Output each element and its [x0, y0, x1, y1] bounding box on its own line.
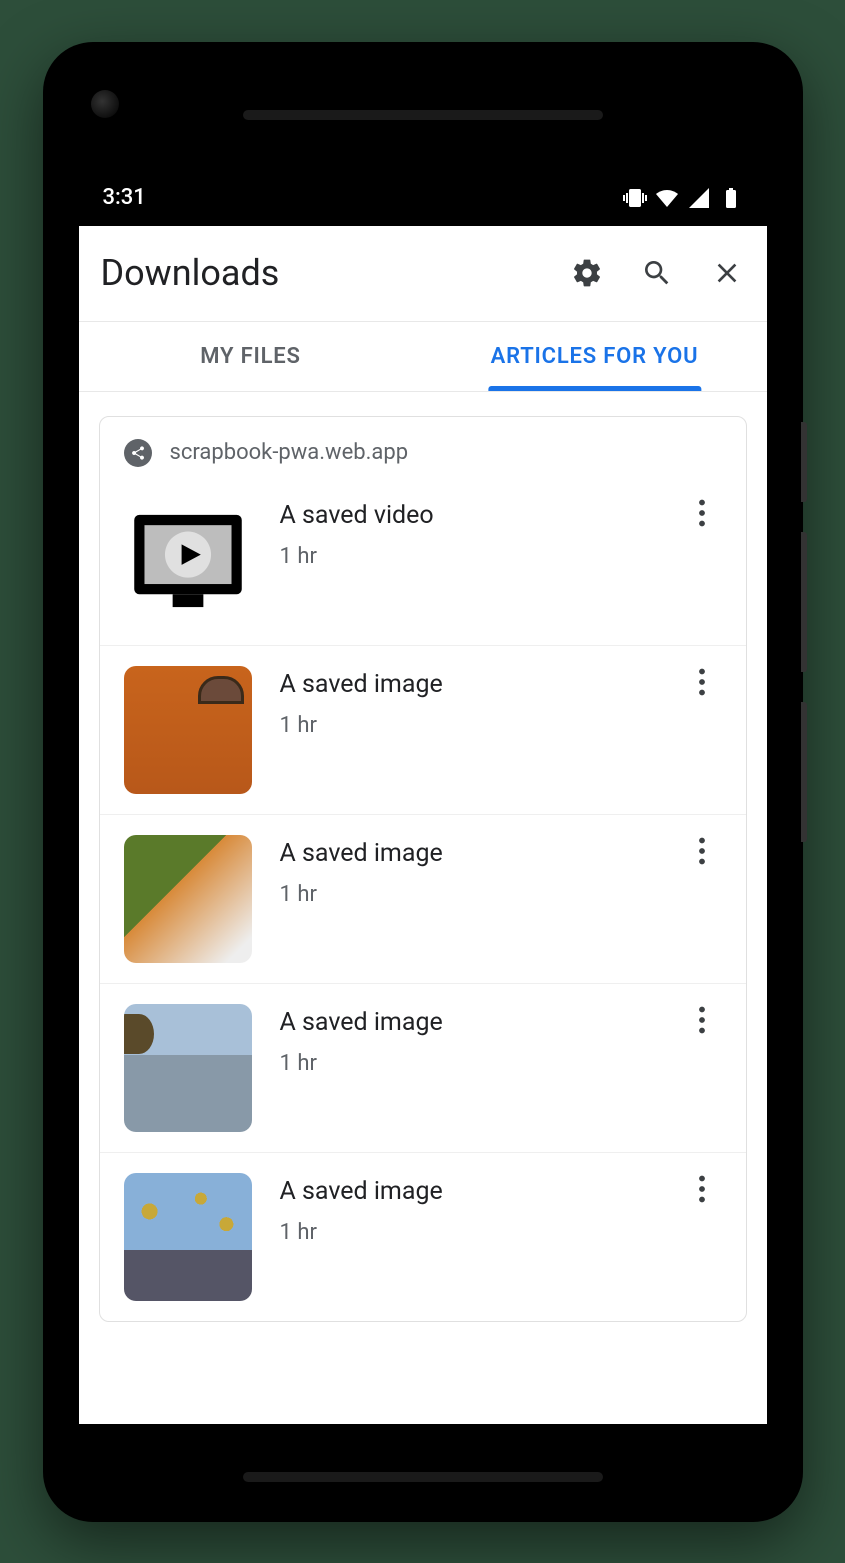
phone-frame: 3:31 Downloads	[43, 42, 803, 1522]
tab-my-files[interactable]: MY FILES	[79, 322, 423, 391]
more-vert-icon	[698, 1006, 706, 1034]
share-icon	[130, 445, 146, 461]
item-menu-button[interactable]	[698, 497, 722, 531]
status-bar: 3:31	[79, 170, 767, 226]
search-button[interactable]	[639, 255, 675, 291]
close-icon	[711, 257, 743, 289]
thumbnail-image	[124, 1173, 252, 1301]
settings-button[interactable]	[569, 255, 605, 291]
item-time: 1 hr	[280, 1051, 670, 1076]
vibrate-icon	[623, 186, 647, 210]
share-chip	[124, 439, 152, 467]
status-time: 3:31	[103, 185, 146, 210]
list-item[interactable]: A saved image 1 hr	[100, 983, 746, 1152]
close-button[interactable]	[709, 255, 745, 291]
item-time: 1 hr	[280, 882, 670, 907]
phone-speaker-bottom	[243, 1472, 603, 1482]
phone-speaker-top	[243, 110, 603, 120]
item-title: A saved image	[280, 1008, 670, 1037]
phone-power-button	[801, 422, 807, 502]
domain-label: scrapbook-pwa.web.app	[170, 440, 409, 465]
search-icon	[641, 257, 673, 289]
item-menu-button[interactable]	[698, 1004, 722, 1038]
signal-icon	[687, 186, 711, 210]
item-menu-button[interactable]	[698, 666, 722, 700]
item-title: A saved image	[280, 1177, 670, 1206]
more-vert-icon	[698, 1175, 706, 1203]
page-title: Downloads	[101, 252, 569, 294]
list-item[interactable]: A saved video 1 hr	[100, 477, 746, 645]
tabs: MY FILES ARTICLES FOR YOU	[79, 322, 767, 392]
item-menu-button[interactable]	[698, 1173, 722, 1207]
battery-icon	[719, 186, 743, 210]
thumbnail-video	[124, 497, 252, 625]
wifi-icon	[655, 186, 679, 210]
item-time: 1 hr	[280, 1220, 670, 1245]
gear-icon	[571, 257, 603, 289]
content-area[interactable]: scrapbook-pwa.web.app	[79, 392, 767, 1424]
tab-articles-for-you[interactable]: ARTICLES FOR YOU	[423, 322, 767, 391]
thumbnail-image	[124, 666, 252, 794]
card-header: scrapbook-pwa.web.app	[100, 417, 746, 477]
thumbnail-image	[124, 1004, 252, 1132]
list-item[interactable]: A saved image 1 hr	[100, 814, 746, 983]
more-vert-icon	[698, 668, 706, 696]
phone-volume-up	[801, 532, 807, 672]
list-item[interactable]: A saved image 1 hr	[100, 1152, 746, 1321]
item-title: A saved image	[280, 670, 670, 699]
screen: 3:31 Downloads	[79, 170, 767, 1424]
thumbnail-image	[124, 835, 252, 963]
phone-volume-down	[801, 702, 807, 842]
item-time: 1 hr	[280, 544, 670, 569]
item-title: A saved video	[280, 501, 670, 530]
phone-camera	[91, 90, 119, 118]
list-item[interactable]: A saved image 1 hr	[100, 645, 746, 814]
more-vert-icon	[698, 837, 706, 865]
downloads-card: scrapbook-pwa.web.app	[99, 416, 747, 1322]
item-time: 1 hr	[280, 713, 670, 738]
item-title: A saved image	[280, 839, 670, 868]
app-bar: Downloads	[79, 226, 767, 322]
more-vert-icon	[698, 499, 706, 527]
video-thumbnail-icon	[124, 497, 252, 625]
status-icons	[623, 186, 743, 210]
item-menu-button[interactable]	[698, 835, 722, 869]
